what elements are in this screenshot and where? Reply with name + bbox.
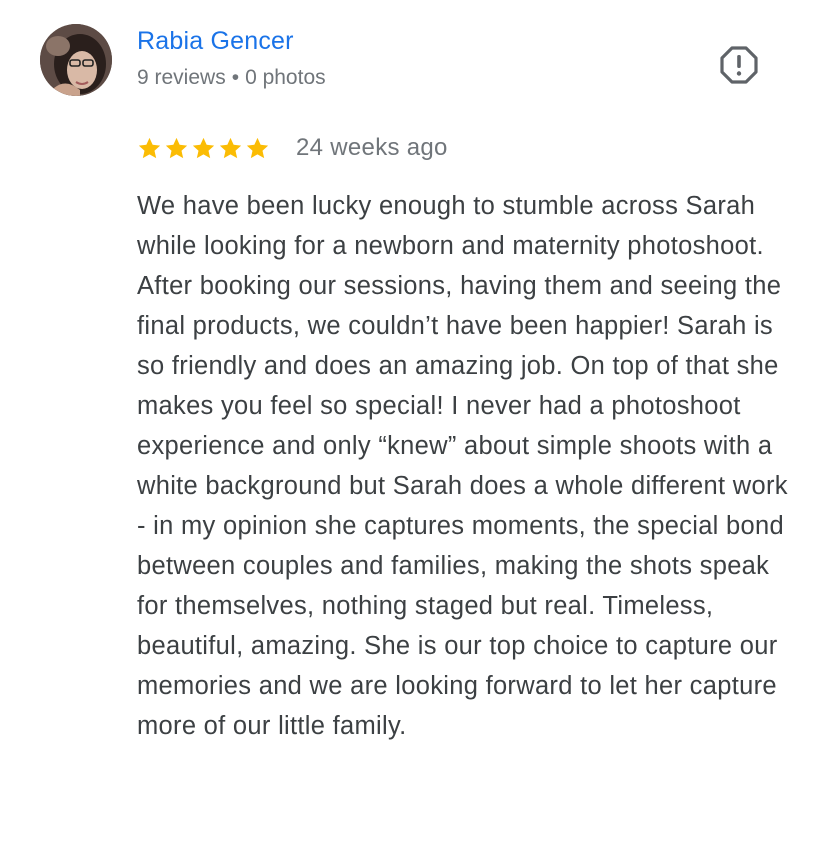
report-review-button[interactable]: [718, 44, 760, 86]
reviews-count: 9 reviews: [137, 66, 226, 89]
review-card: Rabia Gencer 9 reviews • 0 photos 24 weeks…: [0, 0, 828, 854]
star-icon: [192, 137, 215, 158]
star-icon: [138, 137, 161, 158]
avatar-image: [40, 24, 112, 96]
reviewer-avatar[interactable]: [40, 24, 112, 96]
rating-row: 24 weeks ago: [137, 130, 448, 166]
reviewer-meta: 9 reviews • 0 photos: [137, 66, 326, 90]
photos-count: 0 photos: [245, 66, 326, 89]
review-time: 24 weeks ago: [296, 134, 448, 161]
report-flag-icon: [720, 46, 758, 84]
star-rating: [137, 136, 270, 161]
star-icon: [165, 137, 188, 158]
meta-separator: •: [231, 66, 240, 89]
star-icon: [246, 137, 269, 158]
star-icon: [219, 137, 242, 158]
review-text: We have been lucky enough to stumble acr…: [137, 192, 788, 740]
reviewer-name[interactable]: Rabia Gencer: [137, 27, 294, 56]
